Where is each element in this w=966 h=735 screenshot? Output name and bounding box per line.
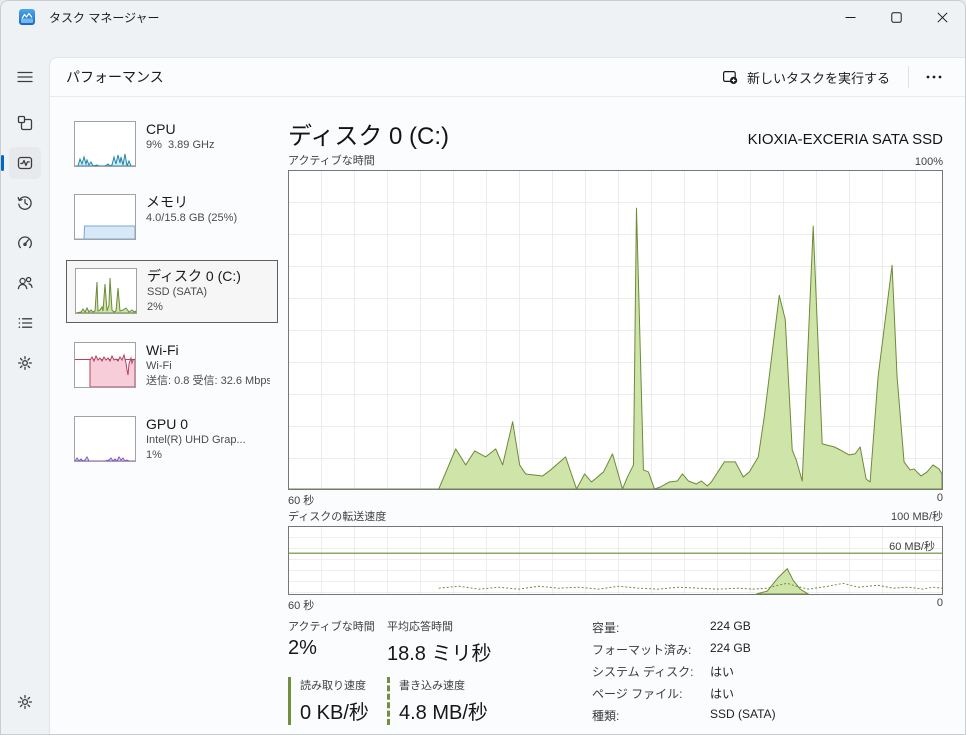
task-manager-app-icon bbox=[19, 9, 35, 25]
panel-title: メモリ bbox=[146, 194, 237, 211]
more-options-button[interactable] bbox=[917, 64, 951, 90]
maximize-button[interactable] bbox=[873, 1, 919, 33]
sidebar-item-processes[interactable] bbox=[9, 107, 41, 139]
disk-properties: 容量: 224 GB フォーマット済み: 224 GB システム ディスク: は… bbox=[592, 619, 776, 725]
gpu-mini-chart bbox=[74, 416, 136, 462]
settings-gear-icon bbox=[15, 692, 35, 712]
new-task-icon bbox=[722, 69, 738, 85]
panel-usage: 2% bbox=[147, 300, 241, 315]
chart1-label: アクティブな時間 bbox=[288, 152, 375, 168]
stat-read-speed: 読み取り速度 0 KB/秒 bbox=[288, 677, 387, 725]
stat-label: アクティブな時間 bbox=[288, 618, 387, 634]
panel-subtitle: Intel(R) UHD Grap... bbox=[146, 433, 246, 448]
stat-avg-response: 平均応答時間 18.8 ミリ秒 bbox=[387, 618, 547, 666]
startup-apps-icon bbox=[15, 233, 35, 253]
panel-subtitle: 9% 3.89 GHz bbox=[146, 138, 214, 153]
minimize-button[interactable] bbox=[827, 1, 873, 33]
sidebar-item-app-history[interactable] bbox=[9, 187, 41, 219]
property-value: はい bbox=[710, 685, 776, 702]
panel-throughput: 送信: 0.8 受信: 32.6 Mbps bbox=[146, 374, 270, 389]
chart2-x-right: 0 bbox=[937, 597, 943, 609]
property-value: SSD (SATA) bbox=[710, 707, 776, 724]
disk-stats: アクティブな時間 2% 平均応答時間 18.8 ミリ秒 読み取り速度 0 KB/… bbox=[288, 618, 943, 725]
stat-label: 平均応答時間 bbox=[387, 618, 547, 634]
chart2-x-left: 60 秒 bbox=[288, 597, 314, 613]
device-name: KIOXIA-EXCERIA SATA SSD bbox=[748, 131, 943, 148]
stat-label: 読み取り速度 bbox=[300, 677, 387, 693]
stat-write-speed: 書き込み速度 4.8 MB/秒 bbox=[387, 677, 547, 725]
disk-title: ディスク 0 (C:) bbox=[288, 116, 449, 151]
ellipsis-icon bbox=[926, 75, 942, 79]
titlebar: タスク マネージャー bbox=[1, 1, 965, 33]
cpu-mini-chart bbox=[74, 121, 136, 167]
chart2-max: 100 MB/秒 bbox=[891, 508, 943, 524]
property-value: 224 GB bbox=[710, 619, 776, 636]
sidebar-item-services[interactable] bbox=[9, 347, 41, 379]
settings-button[interactable] bbox=[9, 686, 41, 718]
property-label: 容量: bbox=[592, 619, 710, 636]
property-label: 種類: bbox=[592, 707, 710, 724]
run-new-task-label: 新しいタスクを実行する bbox=[747, 68, 890, 87]
stat-value: 4.8 MB/秒 bbox=[399, 696, 547, 725]
panel-subtitle: Wi-Fi bbox=[146, 359, 270, 374]
task-manager-window: タスク マネージャー bbox=[0, 0, 966, 735]
sidebar-item-details[interactable] bbox=[9, 307, 41, 339]
performance-panel-list: CPU 9% 3.89 GHz メモリ 4.0/15.8 GB (25%) bbox=[66, 114, 278, 470]
processes-icon bbox=[15, 113, 35, 133]
stat-active-time: アクティブな時間 2% bbox=[288, 618, 387, 666]
users-icon bbox=[15, 273, 35, 293]
panel-title: GPU 0 bbox=[146, 416, 246, 433]
panel-usage: 1% bbox=[146, 448, 246, 463]
property-value: 224 GB bbox=[710, 641, 776, 658]
panel-title: Wi-Fi bbox=[146, 342, 270, 359]
panel-item-memory[interactable]: メモリ 4.0/15.8 GB (25%) bbox=[66, 187, 278, 247]
panel-title: ディスク 0 (C:) bbox=[147, 268, 241, 285]
panel-item-gpu0[interactable]: GPU 0 Intel(R) UHD Grap... 1% bbox=[66, 409, 278, 470]
page-header: パフォーマンス 新しいタスクを実行する bbox=[50, 58, 965, 97]
panel-item-wifi[interactable]: Wi-Fi Wi-Fi 送信: 0.8 受信: 32.6 Mbps bbox=[66, 335, 278, 396]
panel-item-disk0[interactable]: ディスク 0 (C:) SSD (SATA) 2% bbox=[66, 260, 278, 323]
active-time-chart bbox=[288, 170, 943, 490]
hamburger-menu-icon[interactable] bbox=[9, 61, 41, 93]
page-title: パフォーマンス bbox=[66, 67, 164, 87]
content-card: パフォーマンス 新しいタスクを実行する bbox=[49, 57, 965, 734]
memory-mini-chart bbox=[74, 194, 136, 240]
property-label: フォーマット済み: bbox=[592, 641, 710, 658]
app-history-icon bbox=[15, 193, 35, 213]
close-button[interactable] bbox=[919, 1, 965, 33]
stat-label: 書き込み速度 bbox=[399, 677, 547, 693]
disk-mini-chart bbox=[75, 268, 137, 314]
sidebar-item-performance[interactable] bbox=[9, 147, 41, 179]
wifi-mini-chart bbox=[74, 342, 136, 388]
window-title: タスク マネージャー bbox=[49, 9, 160, 26]
chart1-x-right: 0 bbox=[937, 492, 943, 504]
stat-value: 0 KB/秒 bbox=[300, 696, 387, 725]
disk-detail-pane: ディスク 0 (C:) KIOXIA-EXCERIA SATA SSD アクティ… bbox=[288, 116, 943, 725]
chart1-x-left: 60 秒 bbox=[288, 492, 314, 508]
panel-item-cpu[interactable]: CPU 9% 3.89 GHz bbox=[66, 114, 278, 174]
run-new-task-button[interactable]: 新しいタスクを実行する bbox=[712, 62, 900, 93]
chart1-max: 100% bbox=[915, 156, 943, 168]
chart2-label: ディスクの転送速度 bbox=[288, 508, 386, 524]
details-icon bbox=[15, 313, 35, 333]
selected-indicator bbox=[1, 155, 4, 171]
transfer-rate-chart: 60 MB/秒 bbox=[288, 526, 943, 595]
header-divider bbox=[908, 66, 909, 88]
navigation-sidebar bbox=[1, 33, 49, 734]
property-label: ページ ファイル: bbox=[592, 685, 710, 702]
sidebar-item-startup-apps[interactable] bbox=[9, 227, 41, 259]
performance-icon bbox=[15, 153, 35, 173]
property-value: はい bbox=[710, 663, 776, 680]
services-icon bbox=[15, 353, 35, 373]
panel-title: CPU bbox=[146, 121, 214, 138]
panel-subtitle: 4.0/15.8 GB (25%) bbox=[146, 211, 237, 226]
stat-value: 18.8 ミリ秒 bbox=[387, 637, 547, 666]
scale-marker-label: 60 MB/秒 bbox=[889, 538, 935, 554]
property-label: システム ディスク: bbox=[592, 663, 710, 680]
stat-value: 2% bbox=[288, 637, 387, 660]
sidebar-item-users[interactable] bbox=[9, 267, 41, 299]
panel-subtitle: SSD (SATA) bbox=[147, 285, 241, 300]
